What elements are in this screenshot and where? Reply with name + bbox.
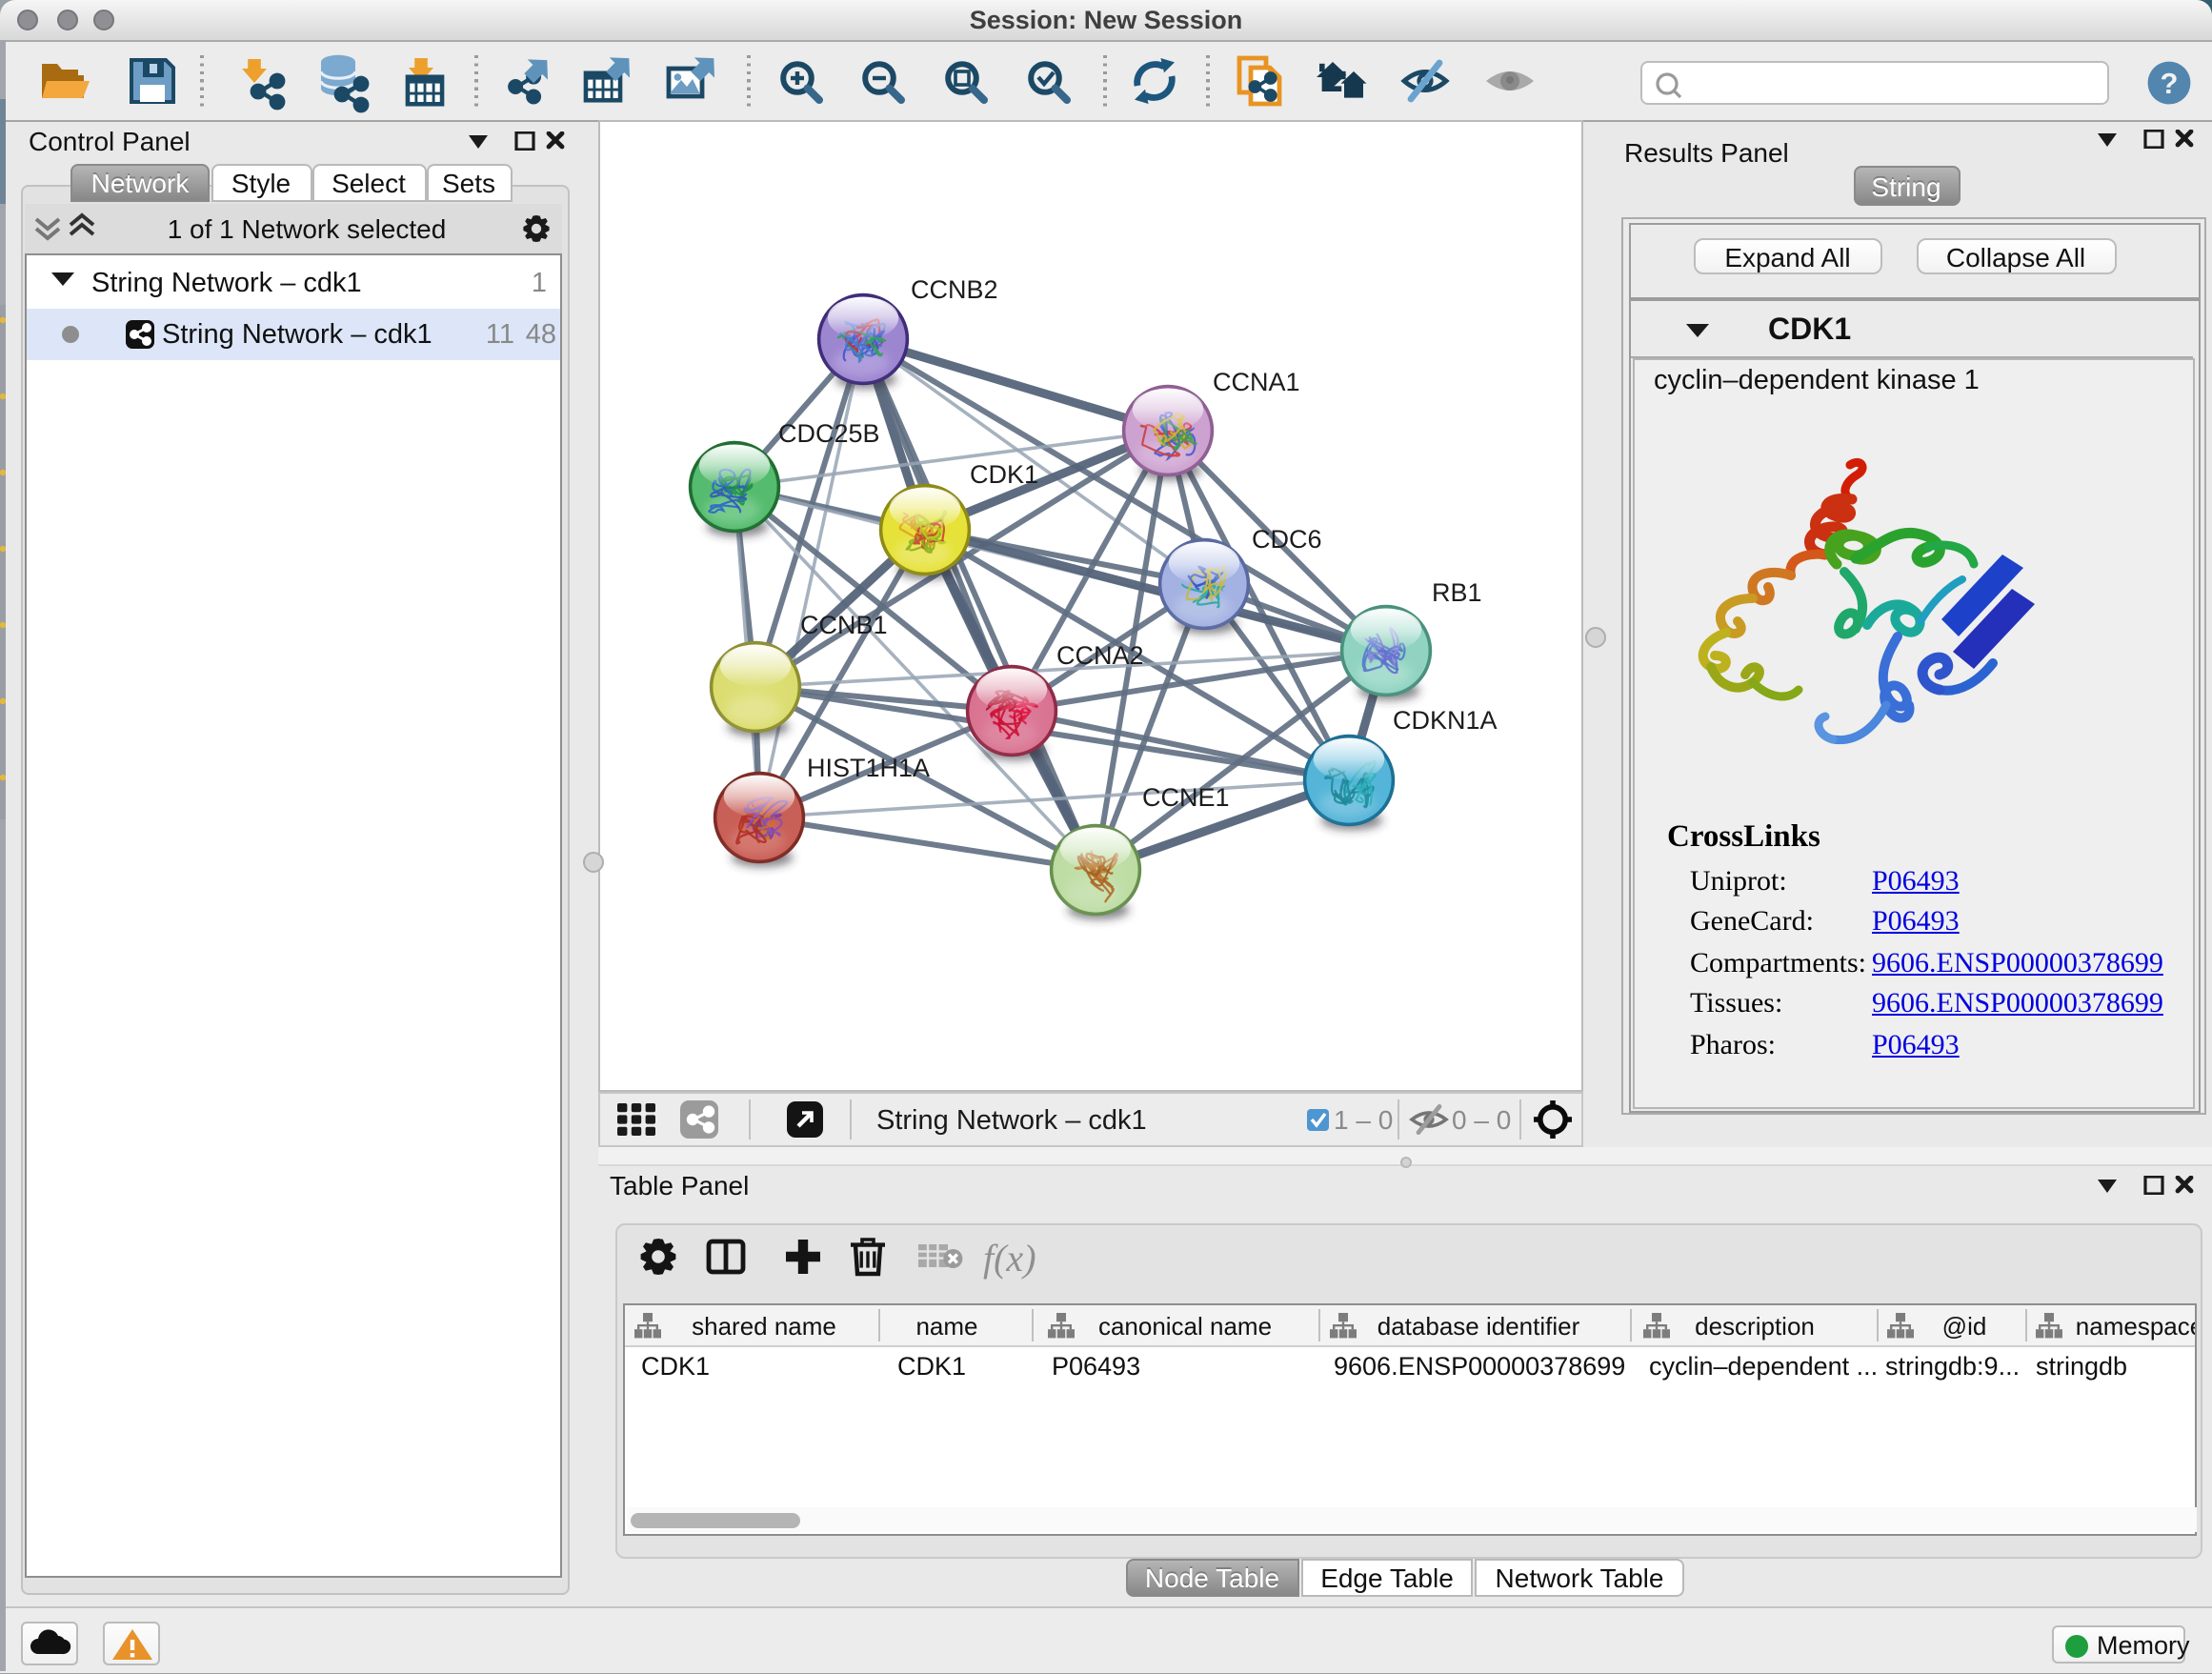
svg-text:HIST1H1A: HIST1H1A [807,753,930,781]
svg-text:11: 11 [486,319,514,350]
svg-text:P06493: P06493 [1051,1351,1139,1380]
svg-text:@id: @id [1941,1311,1986,1340]
svg-text:RB1: RB1 [1432,577,1482,606]
svg-text:CCNB1: CCNB1 [800,610,888,638]
svg-text:9606.ENSP00000378699: 9606.ENSP00000378699 [1333,1351,1624,1380]
svg-text:f(x): f(x) [982,1236,1036,1279]
svg-text:description: description [1694,1311,1814,1340]
svg-text:database identifier: database identifier [1377,1311,1579,1340]
svg-text:CDK1: CDK1 [970,459,1038,488]
svg-text:1: 1 [532,268,547,298]
svg-text:canonical name: canonical name [1097,1311,1271,1340]
svg-text:CDK1: CDK1 [896,1351,965,1380]
svg-text:stringdb: stringdb [2035,1351,2126,1380]
svg-text:name: name [915,1311,976,1340]
svg-text:CCNB2: CCNB2 [911,274,998,303]
svg-text:String Network – cdk1: String Network – cdk1 [162,319,432,350]
svg-text:48: 48 [526,319,556,350]
svg-text:CCNA1: CCNA1 [1213,367,1300,395]
svg-text:CDKN1A: CDKN1A [1393,705,1498,734]
svg-text:CDK1: CDK1 [640,1351,709,1380]
svg-text:CDC25B: CDC25B [778,418,880,447]
svg-text:cyclin–dependent ...: cyclin–dependent ... [1648,1351,1877,1380]
svg-text:CCNE1: CCNE1 [1142,782,1230,811]
svg-text:shared name: shared name [691,1311,835,1340]
svg-text:?: ? [2161,66,2179,99]
svg-text:stringdb:9...: stringdb:9... [1884,1351,2019,1380]
svg-text:CCNA2: CCNA2 [1056,640,1144,669]
svg-text:String Network – cdk1: String Network – cdk1 [876,1104,1147,1135]
svg-text:String Network – cdk1: String Network – cdk1 [91,268,362,298]
svg-text:1 of 1 Network selected: 1 of 1 Network selected [168,214,447,244]
svg-text:0 – 0: 0 – 0 [1452,1104,1511,1134]
svg-text:CDC6: CDC6 [1252,524,1322,553]
svg-text:namespace: namespace [2075,1311,2194,1340]
svg-text:1 – 0: 1 – 0 [1334,1104,1393,1134]
